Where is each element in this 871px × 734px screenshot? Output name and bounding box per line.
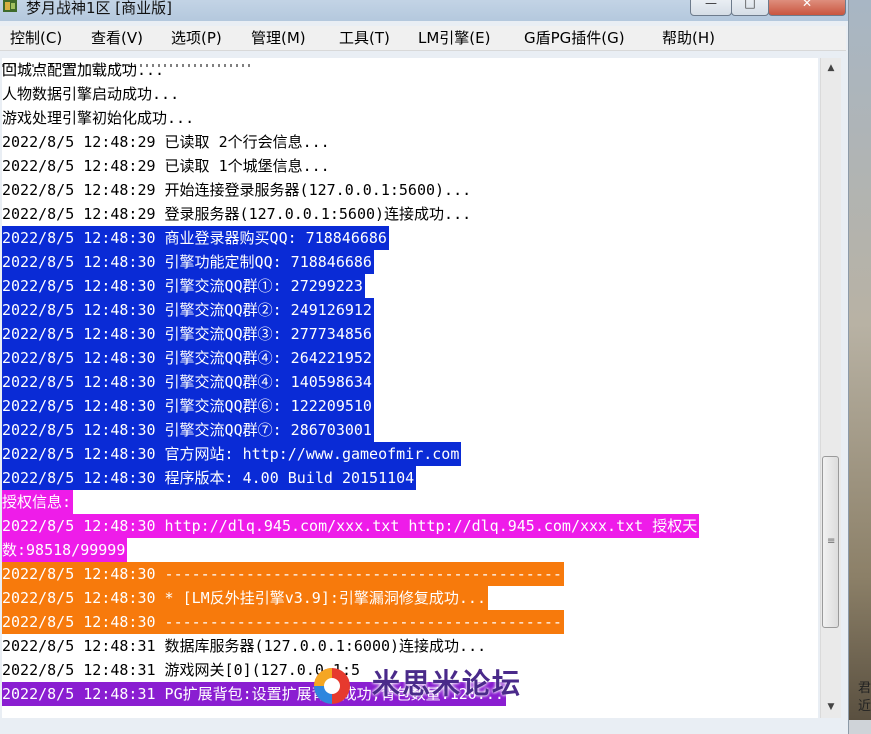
log-line: 2022/8/5 12:48:30 引擎交流QQ群②: 249126912	[2, 298, 374, 322]
desktop-background	[848, 0, 871, 720]
log-line-text: 2022/8/5 12:48:31 数据库服务器(127.0.0.1:6000)…	[2, 637, 487, 655]
menu-control[interactable]: 控制(C)	[10, 26, 62, 50]
log-line: 2022/8/5 12:48:29 已读取 2个行会信息...	[2, 130, 332, 154]
log-line: 2022/8/5 12:48:29 开始连接登录服务器(127.0.0.1:56…	[2, 178, 473, 202]
log-line: 2022/8/5 12:48:30 官方网站: http://www.gameo…	[2, 442, 462, 466]
log-line-text: 2022/8/5 12:48:30 ----------------------…	[2, 562, 564, 586]
log-line-text: 回城点配置加载成功...	[2, 61, 165, 79]
log-line-text: 2022/8/5 12:48:30 引擎交流QQ群⑥: 122209510	[2, 394, 374, 418]
log-line-text: 2022/8/5 12:48:30 引擎交流QQ群⑦: 286703001	[2, 418, 374, 442]
log-line-text: 2022/8/5 12:48:30 ----------------------…	[2, 610, 564, 634]
grip-icon: ≡	[827, 536, 836, 547]
log-line: 2022/8/5 12:48:31 数据库服务器(127.0.0.1:6000)…	[2, 634, 488, 658]
log-line: 人物数据引擎启动成功...	[2, 82, 181, 106]
watermark-logo-icon	[314, 668, 350, 704]
log-line-text: 数:98518/99999	[2, 538, 128, 562]
log-line-text: 2022/8/5 12:48:30 官方网站: http://www.gameo…	[2, 442, 462, 466]
watermark: 米思米论坛	[300, 658, 570, 708]
log-line-text: 2022/8/5 12:48:30 引擎功能定制QQ: 718846686	[2, 250, 374, 274]
log-line-text: 2022/8/5 12:48:30 http://dlq.945.com/xxx…	[2, 514, 700, 538]
menu-view[interactable]: 查看(V)	[91, 26, 143, 50]
log-line: 回城点配置加载成功...	[2, 58, 166, 82]
log-line: 游戏处理引擎初始化成功...	[2, 106, 196, 130]
log-line: 2022/8/5 12:48:30 * [LM反外挂引擎v3.9]:引擎漏洞修复…	[2, 586, 488, 610]
log-line: 数:98518/99999	[2, 538, 128, 562]
log-line-text: 2022/8/5 12:48:30 程序版本: 4.00 Build 20151…	[2, 466, 417, 490]
log-line: 2022/8/5 12:48:30 http://dlq.945.com/xxx…	[2, 514, 700, 538]
log-line: 2022/8/5 12:48:30 引擎交流QQ群④: 140598634	[2, 370, 374, 394]
log-line: 2022/8/5 12:48:30 引擎交流QQ群③: 277734856	[2, 322, 374, 346]
log-line-text: 人物数据引擎启动成功...	[2, 85, 180, 103]
log-line: 2022/8/5 12:48:30 引擎交流QQ群④: 264221952	[2, 346, 374, 370]
menu-g-shield-plugin[interactable]: G盾PG插件(G)	[524, 26, 625, 50]
desktop-text: 君 近	[858, 681, 871, 714]
log-line: 2022/8/5 12:48:29 登录服务器(127.0.0.1:5600)连…	[2, 202, 473, 226]
log-line: 2022/8/5 12:48:30 商业登录器购买QQ: 718846686	[2, 226, 389, 250]
title-bar[interactable]: 梦月战神1区 [商业版] — □ ✕	[0, 0, 848, 21]
scroll-thumb[interactable]: ≡	[822, 456, 839, 628]
scroll-down-button[interactable]: ▼	[822, 698, 840, 716]
menu-lm-engine[interactable]: LM引擎(E)	[418, 26, 490, 50]
log-line: 授权信息:	[2, 490, 74, 514]
log-line: 2022/8/5 12:48:30 引擎交流QQ群⑦: 286703001	[2, 418, 374, 442]
log-line-text: 2022/8/5 12:48:29 已读取 1个城堡信息...	[2, 157, 330, 175]
watermark-text: 米思米论坛	[372, 667, 523, 700]
log-line: 2022/8/5 12:48:30 ----------------------…	[2, 610, 564, 634]
log-line-text: 2022/8/5 12:48:29 登录服务器(127.0.0.1:5600)连…	[2, 205, 472, 223]
log-line-text: 游戏处理引擎初始化成功...	[2, 109, 195, 127]
minimize-button[interactable]: —	[690, 0, 732, 16]
log-line-text: 2022/8/5 12:48:30 引擎交流QQ群④: 140598634	[2, 370, 374, 394]
log-line: 2022/8/5 12:48:29 已读取 1个城堡信息...	[2, 154, 332, 178]
log-line-text: 2022/8/5 12:48:30 引擎交流QQ群③: 277734856	[2, 322, 374, 346]
menu-bar: 控制(C) 查看(V) 选项(P) 管理(M) 工具(T) LM引擎(E) G盾…	[0, 26, 846, 51]
menu-options[interactable]: 选项(P)	[171, 26, 222, 50]
log-line-text: 2022/8/5 12:48:29 开始连接登录服务器(127.0.0.1:56…	[2, 181, 472, 199]
log-line: 2022/8/5 12:48:30 ----------------------…	[2, 562, 564, 586]
log-line: 2022/8/5 12:48:30 程序版本: 4.00 Build 20151…	[2, 466, 417, 490]
main-window: 梦月战神1区 [商业版] — □ ✕ 控制(C) 查看(V) 选项(P) 管理(…	[0, 0, 849, 734]
menu-help[interactable]: 帮助(H)	[662, 26, 715, 50]
scroll-up-button[interactable]: ▲	[822, 59, 840, 77]
log-line-text: 2022/8/5 12:48:30 * [LM反外挂引擎v3.9]:引擎漏洞修复…	[2, 586, 488, 610]
maximize-button[interactable]: □	[731, 0, 769, 16]
close-button[interactable]: ✕	[768, 0, 846, 16]
log-line-text: 2022/8/5 12:48:30 引擎交流QQ群④: 264221952	[2, 346, 374, 370]
log-line: 2022/8/5 12:48:30 引擎交流QQ群①: 27299223	[2, 274, 365, 298]
menu-tools[interactable]: 工具(T)	[339, 26, 390, 50]
log-line: 2022/8/5 12:48:30 引擎交流QQ群⑥: 122209510	[2, 394, 374, 418]
menu-manage[interactable]: 管理(M)	[251, 26, 306, 50]
log-output[interactable]: 回城点配置加载成功... 人物数据引擎启动成功... 游戏处理引擎初始化成功... 2…	[2, 58, 818, 718]
log-line: 2022/8/5 12:48:30 引擎功能定制QQ: 718846686	[2, 250, 374, 274]
log-line-text: 2022/8/5 12:48:30 引擎交流QQ群①: 27299223	[2, 274, 365, 298]
log-line-text: 2022/8/5 12:48:30 引擎交流QQ群②: 249126912	[2, 298, 374, 322]
log-line-text: 授权信息:	[2, 490, 74, 514]
app-icon	[2, 0, 18, 14]
log-line-text: 2022/8/5 12:48:29 已读取 2个行会信息...	[2, 133, 330, 151]
log-line-text: 2022/8/5 12:48:30 商业登录器购买QQ: 718846686	[2, 226, 389, 250]
window-title: 梦月战神1区 [商业版]	[26, 0, 173, 17]
vertical-scrollbar[interactable]: ▲ ≡ ▼	[820, 58, 841, 718]
